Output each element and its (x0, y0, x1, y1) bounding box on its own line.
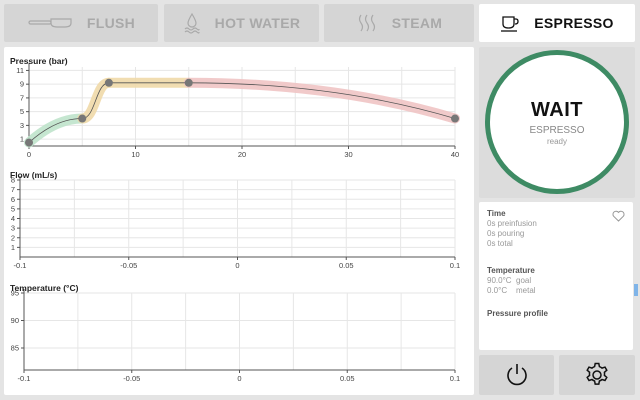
x-tick-label: 10 (131, 150, 139, 159)
temperature-heading: Temperature (487, 266, 535, 275)
machine-state: WAIT (531, 98, 583, 121)
y-tick-label: 9 (20, 80, 24, 89)
portafilter-icon (28, 18, 72, 28)
y-tick-label: 3 (11, 224, 15, 233)
temperature-chart-title: Temperature (°C) (10, 283, 79, 293)
gear-icon (586, 362, 608, 385)
x-tick-label: 20 (238, 150, 246, 159)
power-button[interactable] (479, 355, 554, 395)
x-tick-label: 0.1 (450, 374, 460, 383)
flush-label: FLUSH (86, 15, 136, 31)
machine-mode: ESPRESSO (529, 124, 585, 136)
y-tick-label: 1 (20, 135, 24, 144)
x-tick-label: -0.1 (14, 261, 27, 270)
x-tick-label: 30 (344, 150, 352, 159)
y-tick-label: 4 (11, 214, 15, 223)
y-tick-label: 11 (16, 66, 24, 75)
x-tick-label: -0.1 (18, 374, 31, 383)
phase-band (183, 77, 460, 124)
coffee-cup-icon (501, 16, 519, 32)
hot-water-button[interactable]: HOT WATER (164, 4, 319, 42)
x-tick-label: -0.05 (123, 374, 140, 383)
y-tick-label: 3 (20, 121, 24, 130)
flow-chart-title: Flow (mL/s) (10, 170, 58, 180)
pressure-point (78, 114, 87, 123)
steam-label: STEAM (391, 15, 443, 31)
pressure-chart-title: Pressure (bar) (10, 56, 68, 66)
pressure-point (104, 78, 113, 87)
pressure-point (451, 114, 459, 123)
x-tick-label: 0 (235, 261, 239, 270)
scroll-indicator[interactable] (634, 284, 638, 296)
y-tick-label: 85 (11, 344, 19, 353)
pressure-profile-heading: Pressure profile (487, 309, 548, 318)
flush-button[interactable]: FLUSH (4, 4, 158, 42)
settings-button[interactable] (559, 355, 635, 395)
y-tick-label: 6 (11, 195, 15, 204)
y-tick-label: 2 (11, 233, 15, 242)
time-total: 0s total (487, 239, 513, 248)
time-pouring: 0s pouring (487, 229, 525, 238)
x-tick-label: 0.1 (450, 261, 460, 270)
x-tick-label: 0.05 (339, 261, 354, 270)
power-icon (506, 364, 527, 386)
status-panel: WAIT ESPRESSO ready (479, 47, 635, 198)
pressure-point (25, 138, 33, 147)
x-tick-label: -0.05 (120, 261, 137, 270)
steam-icon (358, 14, 375, 32)
heart-icon[interactable] (612, 210, 625, 222)
hot-water-label: HOT WATER (214, 15, 301, 31)
water-drop-icon (184, 12, 200, 34)
machine-substate: ready (546, 136, 567, 146)
time-heading: Time (487, 209, 506, 218)
shot-info-panel: Time 0s preinfusion 0s pouring 0s total … (479, 202, 633, 350)
x-tick-label: 0 (237, 374, 241, 383)
temperature-goal: 90.0°C goal (487, 276, 532, 285)
temperature-metal: 0.0°C metal (487, 286, 536, 295)
x-tick-label: 0 (27, 150, 31, 159)
charts-svg: 0 10 20 30 401357911-0.1 -0.05 0 0.05 0.11234567… (11, 63, 460, 383)
pressure-point (184, 78, 193, 87)
espresso-label: ESPRESSO (534, 15, 614, 31)
y-tick-label: 5 (20, 107, 24, 116)
espresso-button[interactable]: ESPRESSO (479, 4, 635, 42)
y-tick-label: 7 (11, 185, 15, 194)
x-tick-label: 0.05 (340, 374, 355, 383)
status-ring[interactable]: WAIT ESPRESSO ready (485, 50, 629, 194)
y-tick-label: 1 (11, 243, 15, 252)
charts-panel: 0 10 20 30 40 1 3 5 7 9 11 -0.1 -0.05 0 0.05 0.1 1 2 3 4 5 6 7… (4, 47, 474, 395)
x-tick-label: 40 (451, 150, 459, 159)
steam-button[interactable]: STEAM (324, 4, 474, 42)
y-tick-label: 90 (11, 316, 19, 325)
y-tick-label: 7 (20, 93, 24, 102)
time-preinfusion: 0s preinfusion (487, 219, 537, 228)
y-tick-label: 5 (11, 204, 15, 213)
